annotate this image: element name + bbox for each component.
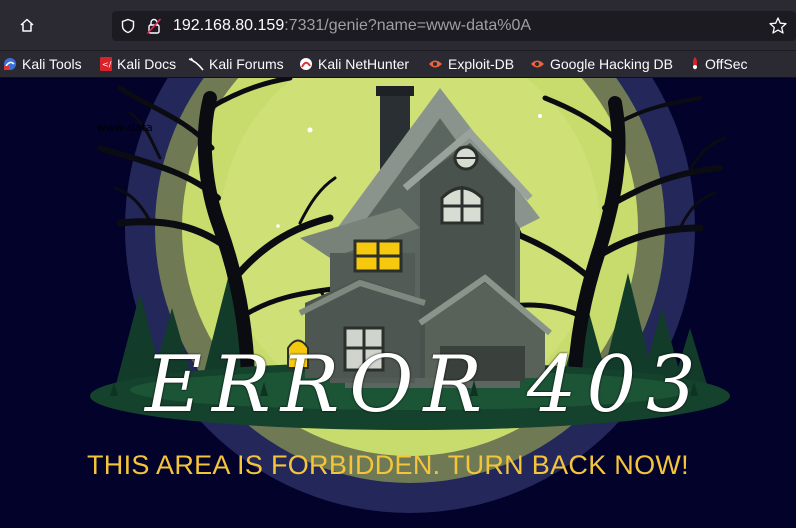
bookmarks-toolbar: Kali Tools </> Kali Docs Kali Forums Kal… [0, 51, 796, 78]
bookmark-kali-tools[interactable]: Kali Tools [3, 54, 82, 74]
bookmark-label: Kali Forums [209, 56, 284, 72]
error-page: www-data ERROR 403 THIS AREA IS FORBIDDE… [0, 78, 796, 528]
ghdb-icon [531, 60, 544, 68]
error-title: ERROR 403 [145, 340, 706, 430]
bookmark-offsec[interactable]: OffSec [690, 54, 748, 74]
insecure-lock-icon[interactable] [146, 17, 162, 35]
bookmark-label: Exploit-DB [448, 56, 515, 72]
svg-text:</>: </> [102, 60, 112, 69]
bookmark-kali-docs[interactable]: </> Kali Docs [100, 54, 176, 74]
tracking-protection-shield-icon[interactable] [120, 18, 136, 34]
bookmark-label: Kali Tools [22, 56, 82, 72]
error-message: THIS AREA IS FORBIDDEN. TURN BACK NOW! [87, 450, 689, 480]
kali-docs-icon: </> [100, 57, 112, 71]
kali-dragon-icon [4, 58, 16, 70]
bookmark-kali-nethunter[interactable]: Kali NetHunter [299, 54, 409, 74]
exploit-db-icon [429, 60, 442, 68]
bookmark-label: OffSec [705, 56, 748, 72]
bookmark-google-hacking-db[interactable]: Google Hacking DB [530, 54, 673, 74]
url-host: 192.168.80.159 [173, 17, 285, 34]
command-output-text: www-data [97, 121, 153, 134]
bookmark-label: Google Hacking DB [550, 56, 673, 72]
bookmark-label: Kali NetHunter [318, 56, 410, 72]
url-text[interactable]: 192.168.80.159:7331/genie?name=www-data%… [173, 17, 531, 35]
bookmark-kali-forums[interactable]: Kali Forums [188, 54, 284, 74]
bookmark-star-icon[interactable] [768, 16, 788, 36]
kali-nethunter-icon [300, 58, 312, 70]
bookmark-exploit-db[interactable]: Exploit-DB [428, 54, 514, 74]
browser-toolbar: 192.168.80.159:7331/genie?name=www-data%… [0, 0, 796, 51]
kali-forums-icon [188, 57, 204, 71]
home-icon [20, 18, 34, 32]
home-button[interactable] [14, 12, 40, 38]
address-bar[interactable]: 192.168.80.159:7331/genie?name=www-data%… [112, 11, 796, 41]
offsec-icon [693, 57, 697, 71]
bookmark-label: Kali Docs [117, 56, 177, 72]
url-path: :7331/genie?name=www-data%0A [284, 17, 532, 34]
